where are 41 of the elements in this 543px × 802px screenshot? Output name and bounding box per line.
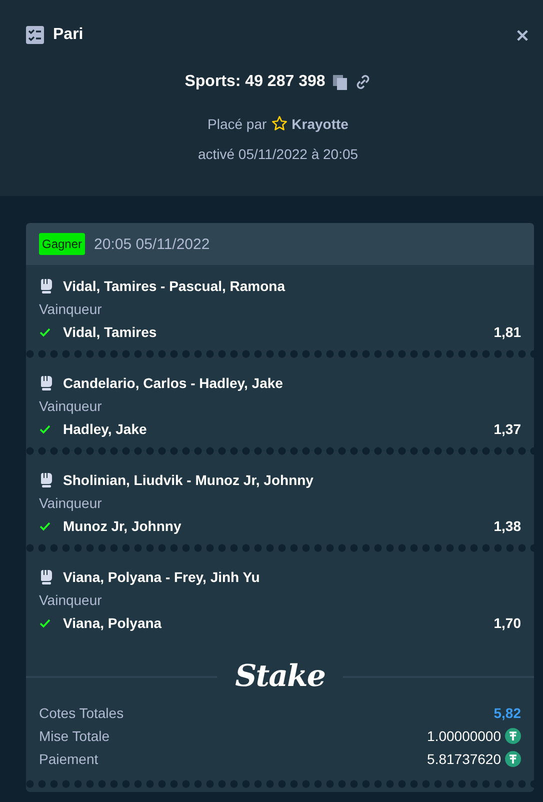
selection-name: Vidal, Tamires	[63, 324, 158, 340]
logo: Stake	[234, 659, 326, 694]
summary-value: 5,82	[494, 705, 521, 721]
checklist-icon	[26, 26, 44, 44]
market-name: Vainqueur	[39, 301, 103, 317]
odds-value: 1,70	[494, 615, 521, 631]
bet-id: Sports: 49 287 398	[184, 73, 326, 91]
market-name: Vainqueur	[39, 398, 103, 414]
username-link[interactable]: Krayotte	[292, 116, 348, 132]
activation-date: activé 05/11/2022 à 20:05	[196, 146, 360, 162]
glove-icon	[39, 375, 53, 391]
glove-icon	[39, 278, 53, 294]
summary-label: Paiement	[39, 751, 98, 767]
odds-value: 1,81	[494, 324, 521, 340]
close-icon[interactable]	[516, 28, 529, 42]
window-title: Pari	[53, 26, 84, 44]
summary-label: Cotes Totales	[39, 705, 124, 721]
market-name: Vainqueur	[39, 592, 103, 608]
link-icon[interactable]	[355, 74, 372, 90]
odds-value: 1,38	[494, 518, 521, 534]
coin-icon	[505, 728, 521, 744]
event-name: Candelario, Carlos - Hadley, Jake	[63, 375, 283, 391]
copy-icon[interactable]	[332, 74, 348, 90]
bet-date: 20:05 05/11/2022	[94, 236, 210, 252]
star-icon	[270, 115, 288, 132]
placed-by-label: Placé par	[208, 116, 267, 132]
event-name: Vidal, Tamires - Pascual, Ramona	[63, 278, 286, 294]
event-name: Viana, Polyana - Frey, Jinh Yu	[63, 569, 260, 585]
status-badge: Gagner	[39, 233, 86, 255]
summary-label: Mise Totale	[39, 728, 110, 744]
summary-value: 1.00000000	[427, 728, 501, 744]
event-name: Sholinian, Liudvik - Munoz Jr, Johnny	[63, 472, 314, 488]
selection-name: Hadley, Jake	[63, 421, 148, 437]
selection-name: Viana, Polyana	[63, 615, 163, 631]
glove-icon	[39, 569, 53, 585]
market-name: Vainqueur	[39, 495, 103, 511]
odds-value: 1,37	[494, 421, 521, 437]
summary-value: 5.81737620	[427, 751, 501, 767]
selection-name: Munoz Jr, Johnny	[63, 518, 182, 534]
glove-icon	[39, 472, 53, 488]
coin-icon	[505, 751, 521, 767]
